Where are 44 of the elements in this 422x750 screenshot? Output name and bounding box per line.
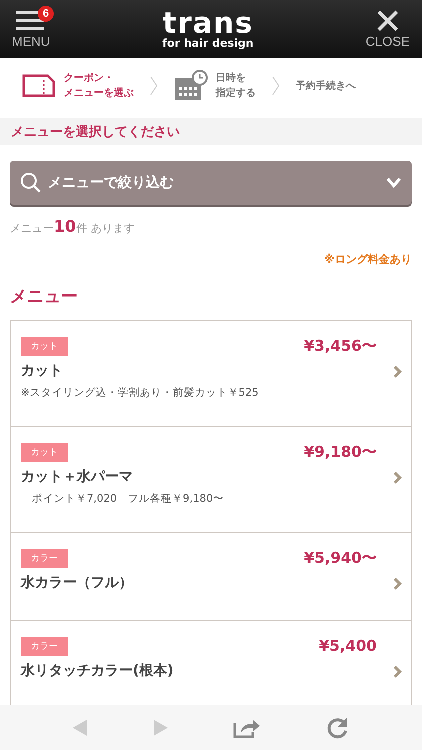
menu-name: カット＋水パーマ — [21, 468, 133, 486]
menu-price: ¥9,180〜 — [304, 443, 377, 462]
chevron-right-icon — [393, 365, 403, 379]
close-button[interactable]: CLOSE — [366, 10, 410, 48]
search-icon — [20, 172, 42, 194]
menu-note: ※スタイリング込・学割あり・前髪カット￥525 — [21, 386, 259, 400]
category-tag: カット — [21, 443, 68, 462]
step-label: 予約手続きへ — [296, 80, 356, 94]
chevron-icon — [386, 177, 402, 189]
long-hair-note: ※ロング料金あり — [324, 252, 412, 267]
menu-name: 水カラー（フル） — [21, 574, 133, 592]
close-icon — [376, 10, 399, 32]
result-count: メニュー 10件 あります — [10, 217, 136, 236]
menu-price: ¥5,400 — [319, 637, 377, 655]
menu-price: ¥5,940〜 — [304, 549, 377, 568]
logo-title: trans — [162, 8, 254, 38]
step-label: 指定する — [216, 86, 256, 101]
chevron-right-icon — [393, 471, 403, 485]
menu-heading: メニュー — [10, 286, 79, 308]
calendar-clock-icon — [174, 70, 208, 102]
section-title: メニューを選択してください — [11, 124, 180, 140]
menu-item[interactable]: カット カット ※スタイリング込・学割あり・前髪カット￥525 ¥3,456〜 — [11, 321, 411, 427]
category-tag: カラー — [21, 549, 68, 568]
logo-subtitle: for hair design — [162, 38, 254, 50]
menu-name: 水リタッチカラー(根本) — [21, 662, 174, 680]
reload-icon — [326, 716, 350, 740]
menu-item[interactable]: カラー 水カラー（フル） ¥5,940〜 — [11, 533, 411, 621]
forward-icon — [152, 718, 169, 736]
step-label: 日時を — [216, 72, 246, 86]
category-tag: カット — [21, 337, 68, 356]
menu-name: カット — [21, 362, 63, 380]
category-tag: カラー — [21, 637, 68, 656]
menu-price: ¥3,456〜 — [304, 337, 377, 356]
step-label: メニューを選ぶ — [64, 86, 134, 101]
chevron-separator-icon — [272, 76, 280, 96]
chevron-right-icon — [393, 577, 403, 591]
step-label: クーポン・ — [64, 72, 114, 86]
chevron-separator-icon — [150, 76, 158, 96]
menu-note: ポイント￥7,020 フル各種￥9,180〜 — [31, 492, 224, 506]
notification-badge: 6 — [38, 6, 54, 22]
chevron-right-icon — [393, 665, 403, 679]
menu-item[interactable]: カット カット＋水パーマ ポイント￥7,020 フル各種￥9,180〜 ¥9,180〜 — [11, 427, 411, 533]
back-icon — [72, 718, 88, 736]
coupon-icon — [22, 74, 56, 98]
